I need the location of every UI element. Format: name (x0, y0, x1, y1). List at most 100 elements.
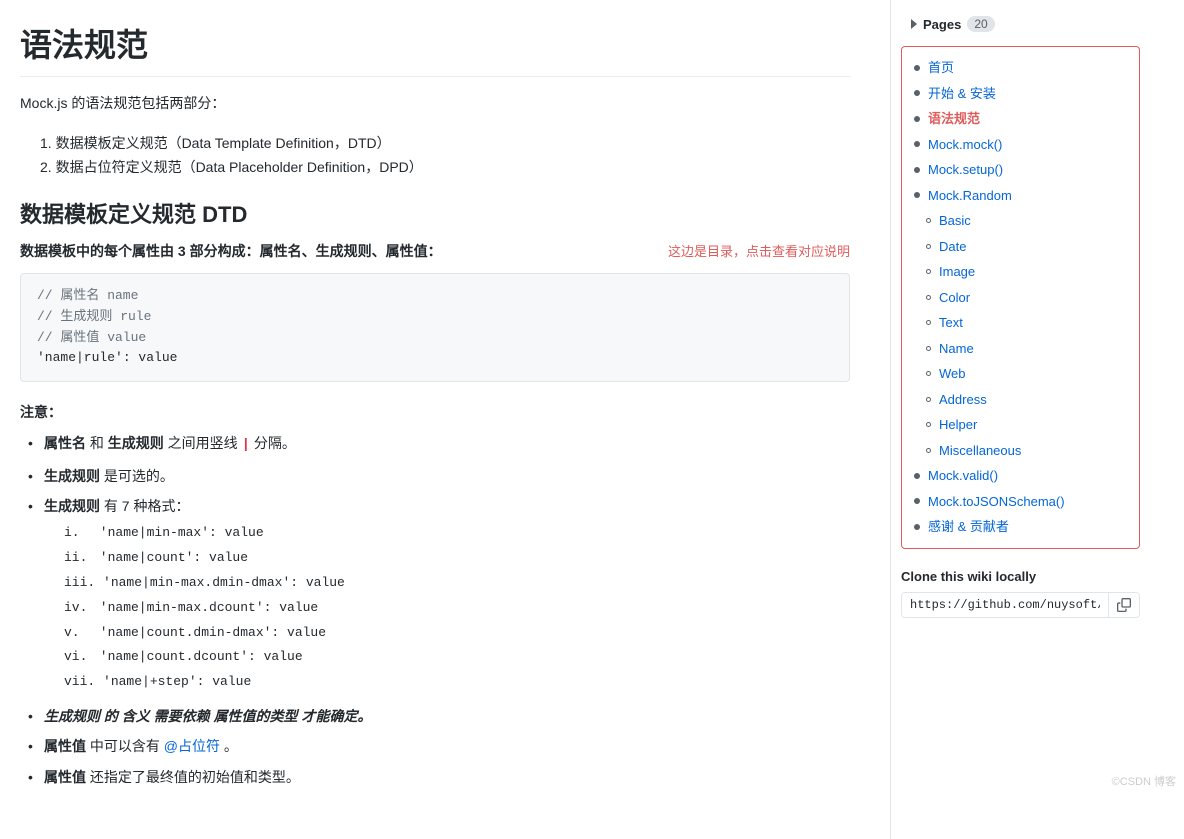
copy-icon (1117, 598, 1131, 612)
nav-link-mockmock[interactable]: Mock.mock() (928, 135, 1002, 155)
nav-small-dot-address (926, 397, 931, 402)
nav-link-web[interactable]: Web (939, 364, 966, 384)
clone-section: Clone this wiki locally (901, 569, 1140, 618)
note-1-text: 属性名 和 生成规则 之间用竖线 | 分隔。 (44, 435, 296, 451)
note-3: 生成规则 有 7 种格式： i. 'name|min-max': value i… (28, 495, 850, 693)
nav-link-mockrandom[interactable]: Mock.Random (928, 186, 1012, 206)
nav-link-basic[interactable]: Basic (939, 211, 971, 231)
nav-dot-mockmock (914, 141, 920, 147)
nav-item-miscellaneous[interactable]: Miscellaneous (902, 438, 1139, 464)
sidebar: Pages 20 首页 开始 & 安装 语法规范 Mock.mock() Moc… (890, 0, 1150, 839)
section1-highlight: 数据模板中的每个属性由 3 部分构成：属性名、生成规则、属性值： (20, 241, 442, 261)
nav-link-syntax[interactable]: 语法规范 (928, 109, 980, 129)
nav-dot-mocksetup (914, 167, 920, 173)
nav-small-dot-date (926, 244, 931, 249)
nav-item-text[interactable]: Text (902, 310, 1139, 336)
pages-label: Pages (923, 17, 961, 32)
code-line-4: 'name|rule': value (37, 348, 833, 369)
nav-link-date[interactable]: Date (939, 237, 966, 257)
notes2-list: 生成规则 的 含义 需要依赖 属性值的类型 才能确定。 属性值 中可以含有 @占… (20, 705, 850, 788)
nav-item-helper[interactable]: Helper (902, 412, 1139, 438)
nav-small-dot-image (926, 269, 931, 274)
nav-item-mocktojsonschema[interactable]: Mock.toJSONSchema() (902, 489, 1139, 515)
nav-item-thanks[interactable]: 感谢 & 贡献者 (902, 514, 1139, 540)
rule-formats-list: i. 'name|min-max': value ii. 'name|count… (44, 523, 850, 693)
nav-item-date[interactable]: Date (902, 234, 1139, 260)
page-title: 语法规范 (20, 20, 850, 77)
note-1: 属性名 和 生成规则 之间用竖线 | 分隔。 (28, 432, 850, 456)
nav-item-mocksetup[interactable]: Mock.setup() (902, 157, 1139, 183)
nav-small-dot-basic (926, 218, 931, 223)
nav-link-mockvalid[interactable]: Mock.valid() (928, 466, 998, 486)
nav-dot-mocktojsonschema (914, 498, 920, 504)
nav-small-dot-web (926, 371, 931, 376)
nav-item-mockmock[interactable]: Mock.mock() (902, 132, 1139, 158)
note2-3-text: 属性值 还指定了最终值的初始值和类型。 (44, 769, 300, 785)
nav-item-address[interactable]: Address (902, 387, 1139, 413)
note-2-text: 生成规则 是可选的。 (44, 468, 174, 484)
main-content: 语法规范 Mock.js 的语法规范包括两部分： 1. 数据模板定义规范（Dat… (0, 0, 890, 839)
toc-hint[interactable]: 这边是目录，点击查看对应说明 (668, 241, 850, 260)
rule-format-2: ii. 'name|count': value (64, 548, 850, 569)
notes-list: 属性名 和 生成规则 之间用竖线 | 分隔。 生成规则 是可选的。 生成规则 有… (20, 432, 850, 693)
nav-link-helper[interactable]: Helper (939, 415, 977, 435)
nav-item-basic[interactable]: Basic (902, 208, 1139, 234)
nav-item-name[interactable]: Name (902, 336, 1139, 362)
nav-item-start[interactable]: 开始 & 安装 (902, 81, 1139, 107)
nav-small-dot-helper (926, 422, 931, 427)
note-label: 注意： (20, 402, 850, 422)
code-block: // 属性名 name // 生成规则 rule // 属性值 value 'n… (20, 273, 850, 382)
nav-link-home[interactable]: 首页 (928, 58, 954, 78)
pages-header[interactable]: Pages 20 (901, 10, 1150, 38)
nav-dot-mockvalid (914, 473, 920, 479)
nav-dot-start (914, 90, 920, 96)
nav-list: 首页 开始 & 安装 语法规范 Mock.mock() Mock.setup()… (901, 46, 1140, 549)
nav-item-mockrandom[interactable]: Mock.Random (902, 183, 1139, 209)
nav-link-mocksetup[interactable]: Mock.setup() (928, 160, 1003, 180)
note2-2-text: 属性值 中可以含有 @占位符 。 (44, 738, 238, 754)
note2-1: 生成规则 的 含义 需要依赖 属性值的类型 才能确定。 (28, 705, 850, 727)
nav-item-color[interactable]: Color (902, 285, 1139, 311)
rule-format-5: v. 'name|count.dmin-dmax': value (64, 623, 850, 644)
rule-format-7: vii. 'name|+step': value (64, 672, 850, 693)
intro-list: 1. 数据模板定义规范（Data Template Definition，DTD… (20, 133, 850, 177)
note-2: 生成规则 是可选的。 (28, 465, 850, 487)
nav-item-syntax[interactable]: 语法规范 (902, 106, 1139, 132)
highlight-row: 数据模板中的每个属性由 3 部分构成：属性名、生成规则、属性值： 这边是目录，点… (20, 241, 850, 261)
watermark: ©CSDN 博客 (1112, 773, 1176, 789)
nav-dot-home (914, 65, 920, 71)
nav-dot-thanks (914, 524, 920, 530)
clone-url-input[interactable] (902, 593, 1108, 617)
note2-2: 属性值 中可以含有 @占位符 。 (28, 735, 850, 757)
nav-item-web[interactable]: Web (902, 361, 1139, 387)
nav-small-dot-miscellaneous (926, 448, 931, 453)
nav-link-miscellaneous[interactable]: Miscellaneous (939, 441, 1021, 461)
nav-link-name[interactable]: Name (939, 339, 974, 359)
nav-link-thanks[interactable]: 感谢 & 贡献者 (928, 517, 1009, 537)
nav-dot-syntax (914, 116, 920, 122)
clone-title: Clone this wiki locally (901, 569, 1140, 584)
nav-link-image[interactable]: Image (939, 262, 975, 282)
intro-item-1: 1. 数据模板定义规范（Data Template Definition，DTD… (40, 133, 850, 153)
nav-link-color[interactable]: Color (939, 288, 970, 308)
nav-link-start[interactable]: 开始 & 安装 (928, 84, 996, 104)
pages-count: 20 (967, 16, 994, 32)
nav-small-dot-name (926, 346, 931, 351)
nav-link-address[interactable]: Address (939, 390, 987, 410)
section1-title: 数据模板定义规范 DTD (20, 197, 850, 229)
code-line-2: // 生成规则 rule (37, 307, 833, 328)
nav-small-dot-color (926, 295, 931, 300)
rule-format-6: vi. 'name|count.dcount': value (64, 647, 850, 668)
rule-format-1: i. 'name|min-max': value (64, 523, 850, 544)
intro-item-2: 2. 数据占位符定义规范（Data Placeholder Definition… (40, 157, 850, 177)
nav-link-text[interactable]: Text (939, 313, 963, 333)
nav-item-image[interactable]: Image (902, 259, 1139, 285)
note-3-text: 生成规则 有 7 种格式： (44, 498, 189, 514)
clone-copy-button[interactable] (1108, 593, 1139, 617)
nav-dot-mockrandom (914, 192, 920, 198)
nav-link-mocktojsonschema[interactable]: Mock.toJSONSchema() (928, 492, 1065, 512)
note2-3: 属性值 还指定了最终值的初始值和类型。 (28, 766, 850, 788)
nav-item-mockvalid[interactable]: Mock.valid() (902, 463, 1139, 489)
nav-item-home[interactable]: 首页 (902, 55, 1139, 81)
code-line-1: // 属性名 name (37, 286, 833, 307)
